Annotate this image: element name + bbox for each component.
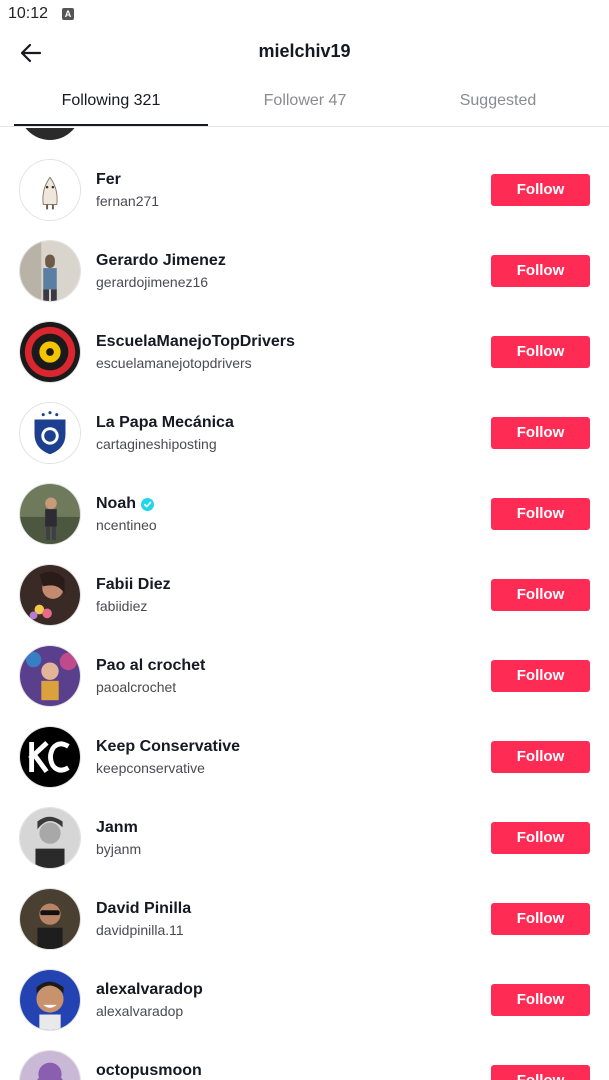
user-handle[interactable]: paoalcrochet	[96, 679, 176, 695]
follow-button[interactable]: Follow	[491, 579, 590, 611]
follow-button[interactable]: Follow	[491, 336, 590, 368]
follow-button[interactable]: Follow	[491, 822, 590, 854]
user-handle[interactable]: fabiidiez	[96, 598, 147, 614]
user-handle[interactable]: cartagineshiposting	[96, 436, 217, 452]
tab-bar: Following 321 Follower 47 Suggested	[0, 76, 609, 127]
user-name[interactable]: Noah	[96, 495, 154, 513]
user-handle[interactable]: ncentineo	[96, 517, 157, 533]
list-item[interactable]: David Pinilla davidpinilla.11 Follow	[0, 888, 609, 969]
tab-suggested[interactable]: Suggested	[398, 76, 598, 127]
user-name[interactable]: EscuelaManejoTopDrivers	[96, 333, 295, 351]
following-list[interactable]: Fer fernan271 Follow Gerardo Jimenez ger…	[0, 128, 609, 1080]
follow-button[interactable]: Follow	[491, 174, 590, 206]
follow-button[interactable]: Follow	[491, 984, 590, 1016]
avatar[interactable]	[19, 483, 81, 545]
avatar[interactable]	[19, 807, 81, 869]
verified-badge-icon	[141, 497, 154, 511]
avatar[interactable]	[19, 159, 81, 221]
avatar[interactable]	[19, 564, 81, 626]
user-handle[interactable]: byjanm	[96, 841, 141, 857]
user-name[interactable]: Keep Conservative	[96, 738, 240, 756]
user-name[interactable]: Gerardo Jimenez	[96, 252, 226, 270]
tab-indicator	[14, 124, 208, 126]
user-name[interactable]: La Papa Mecánica	[96, 414, 234, 432]
avatar[interactable]	[19, 128, 81, 140]
user-name[interactable]: David Pinilla	[96, 900, 191, 918]
user-name[interactable]: alexalvaradop	[96, 981, 203, 999]
page-title: mielchiv19	[258, 41, 351, 61]
list-item[interactable]: Fer fernan271 Follow	[0, 159, 609, 240]
list-item[interactable]: Noah ncentineo Follow	[0, 483, 609, 564]
user-handle[interactable]: escuelamanejotopdrivers	[96, 355, 252, 371]
follow-button[interactable]: Follow	[491, 903, 590, 935]
avatar[interactable]	[19, 726, 81, 788]
avatar[interactable]	[19, 240, 81, 302]
user-handle[interactable]: alexalvaradop	[96, 1003, 183, 1019]
tab-following[interactable]: Following 321	[11, 76, 211, 127]
user-handle[interactable]: fernan271	[96, 193, 159, 209]
avatar[interactable]	[19, 402, 81, 464]
list-item[interactable]: alexalvaradop alexalvaradop Follow	[0, 969, 609, 1050]
avatar[interactable]	[19, 645, 81, 707]
avatar[interactable]	[19, 1050, 81, 1080]
list-item[interactable]: octopusmoon Follow	[0, 1050, 609, 1080]
list-item[interactable]: Pao al crochet paoalcrochet Follow	[0, 645, 609, 726]
list-item[interactable]: Keep Conservative keepconservative Follo…	[0, 726, 609, 807]
list-item[interactable]: Janm byjanm Follow	[0, 807, 609, 888]
user-name[interactable]: octopusmoon	[96, 1062, 202, 1080]
user-name[interactable]: Fer	[96, 171, 121, 189]
avatar[interactable]	[19, 969, 81, 1031]
avatar[interactable]	[19, 888, 81, 950]
header: mielchiv19	[0, 28, 609, 76]
follow-button[interactable]: Follow	[491, 498, 590, 530]
follow-button[interactable]: Follow	[491, 741, 590, 773]
list-item[interactable]: Fabii Diez fabiidiez Follow	[0, 564, 609, 645]
follow-button[interactable]: Follow	[491, 255, 590, 287]
user-handle[interactable]: davidpinilla.11	[96, 922, 184, 938]
list-item[interactable]: La Papa Mecánica cartagineshiposting Fol…	[0, 402, 609, 483]
status-bar: 10:12 A	[0, 0, 609, 28]
list-item[interactable]: Gerardo Jimenez gerardojimenez16 Follow	[0, 240, 609, 321]
user-handle[interactable]: gerardojimenez16	[96, 274, 208, 290]
notification-icon: A	[62, 8, 74, 20]
follow-button[interactable]: Follow	[491, 1065, 590, 1080]
user-handle[interactable]: keepconservative	[96, 760, 205, 776]
avatar[interactable]	[19, 321, 81, 383]
user-name[interactable]: Fabii Diez	[96, 576, 171, 594]
user-name[interactable]: Janm	[96, 819, 138, 837]
follow-button[interactable]: Follow	[491, 417, 590, 449]
user-name[interactable]: Pao al crochet	[96, 657, 205, 675]
list-item[interactable]: EscuelaManejoTopDrivers escuelamanejotop…	[0, 321, 609, 402]
follow-button[interactable]: Follow	[491, 660, 590, 692]
tab-followers[interactable]: Follower 47	[205, 76, 405, 127]
status-time: 10:12	[8, 5, 49, 22]
